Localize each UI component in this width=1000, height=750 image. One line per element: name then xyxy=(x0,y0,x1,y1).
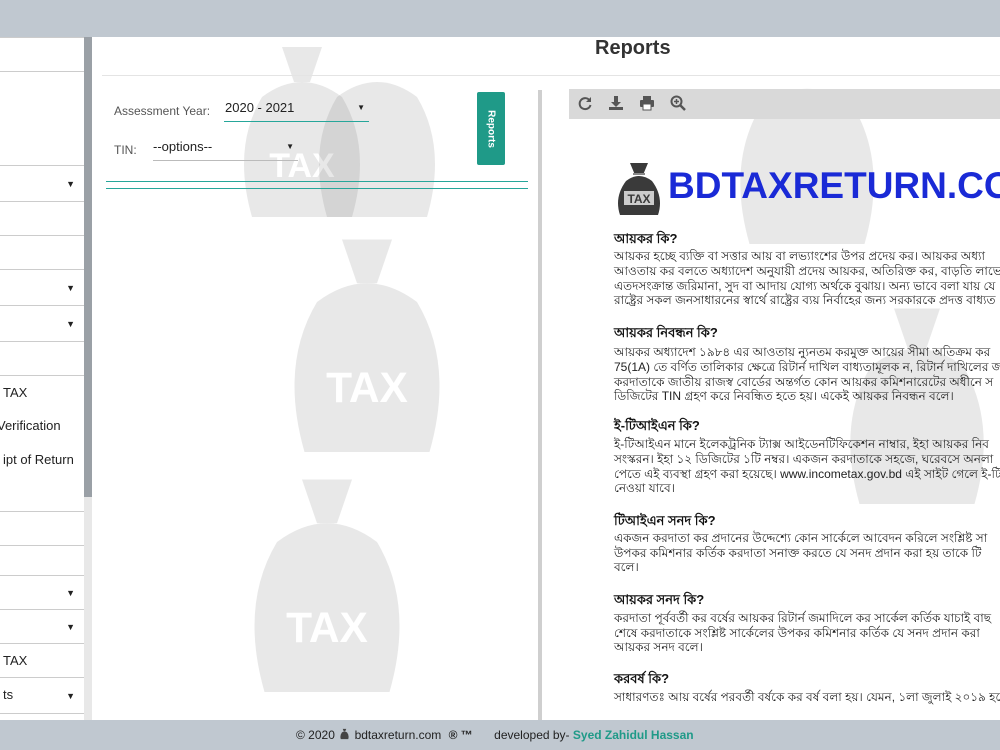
sidebar-item[interactable] xyxy=(0,341,84,375)
faq-answer-line: এতদসংক্রান্ত জরিমানা, সুদ বা আদায় যোগ্য… xyxy=(614,279,996,293)
caret-down-icon: ▼ xyxy=(66,588,75,598)
faq-answer-line: ই-টিআইএন মানে ইলেকট্রনিক ট্যাক্স আইডেনটি… xyxy=(614,437,989,451)
faq-answer-line: শেষে করদাতাকে সংশ্লিষ্ট সার্কেলের উপকর ক… xyxy=(614,626,980,640)
developer-name[interactable]: Syed Zahidul Hassan xyxy=(573,728,694,742)
tax-bag-logo: TAX xyxy=(618,163,660,215)
tin-select[interactable]: --options-- ▼ xyxy=(153,138,298,161)
faq-question: আয়কর নিবন্ধন কি? xyxy=(614,325,718,340)
sidebar-item-tax[interactable]: TAX xyxy=(0,375,84,409)
faq-answer-line: আয়কর অধ্যাদেশ ১৯৮৪ এর আওতায় ন্যুনতম কর… xyxy=(614,345,991,359)
chevron-down-icon: ▼ xyxy=(357,103,365,112)
faq-answer-line: বলে। xyxy=(614,560,639,574)
footer-text: © 2020 bdtaxreturn.com ® ™ developed by-… xyxy=(296,728,694,742)
caret-down-icon: ▼ xyxy=(66,179,75,189)
caret-down-icon: ▼ xyxy=(66,691,75,701)
zoom-in-icon[interactable] xyxy=(670,95,686,111)
trademark-marks: ® ™ xyxy=(448,728,473,742)
sidebar: ▼ ▼ ▼ TAX Verification ipt of Return ▼ ▼… xyxy=(0,37,84,720)
sidebar-item[interactable] xyxy=(0,235,84,269)
svg-text:TAX: TAX xyxy=(627,192,650,206)
tax-bag-watermark xyxy=(319,82,435,217)
sidebar-scrollbar-thumb[interactable] xyxy=(84,37,92,497)
faq-question: আয়কর কি? xyxy=(614,231,678,246)
tax-bag-icon xyxy=(340,728,349,740)
report-viewer-toolbar xyxy=(569,89,1000,119)
print-icon[interactable] xyxy=(639,95,655,111)
svg-text:TAX: TAX xyxy=(326,365,408,412)
document-logo-text: BDTAXRETURN.CO xyxy=(668,165,1000,206)
sidebar-item[interactable]: ▼ xyxy=(0,575,84,609)
page-title: Reports xyxy=(595,37,671,59)
sidebar-item[interactable] xyxy=(0,71,84,165)
download-icon[interactable] xyxy=(608,95,624,111)
sidebar-item[interactable] xyxy=(0,511,84,545)
sidebar-item[interactable] xyxy=(0,37,84,71)
form-divider-top xyxy=(106,181,528,182)
faq-answer-line: সাধারণতঃ আয় বর্ষের পরবর্তী বর্ষকে কর বর… xyxy=(614,690,1000,704)
main-content: TAX TAX TAX Reports Assessment Year: 202… xyxy=(92,37,1000,720)
faq-answer-line: ডিজিটের TIN গ্রহণ করে নিবন্ধিত হতে হয়। … xyxy=(614,389,954,403)
sidebar-item[interactable]: ▼ xyxy=(0,165,84,201)
sidebar-item-receipt-of-return[interactable]: ipt of Return xyxy=(0,443,84,511)
refresh-icon[interactable] xyxy=(577,95,593,111)
svg-text:TAX: TAX xyxy=(286,605,368,652)
faq-question: করবর্ষ কি? xyxy=(614,671,670,686)
browser-top-bar xyxy=(0,0,1000,37)
developed-by-label: developed by- xyxy=(494,728,570,742)
faq-question: আয়কর সনদ কি? xyxy=(614,592,705,607)
faq-question: ই-টিআইএন কি? xyxy=(614,418,700,433)
tax-bag-watermark xyxy=(740,88,874,244)
tax-bag-watermark: TAX xyxy=(254,479,400,692)
faq-answer-line: উপকর কমিশনার কর্তিক করদাতা সনাক্ত করতে য… xyxy=(614,546,982,560)
tin-label: TIN: xyxy=(114,143,137,157)
tax-bag-watermark: TAX xyxy=(294,239,440,452)
faq-answer-line: পেতে এই ব্যবস্থা গ্রহণ করা হয়েছে। www.i… xyxy=(614,467,1000,481)
sidebar-item[interactable]: ▼ xyxy=(0,609,84,643)
faq-answer-line: নেওয়া যাবে। xyxy=(614,481,675,495)
sidebar-item[interactable] xyxy=(0,201,84,235)
footer-site[interactable]: bdtaxreturn.com xyxy=(355,728,442,742)
faq-answer-line: আয়কর সনদ বলে। xyxy=(614,640,703,654)
sidebar-item-tax-2[interactable]: TAX xyxy=(0,643,84,677)
sidebar-item[interactable]: ▼ xyxy=(0,305,84,341)
caret-down-icon: ▼ xyxy=(66,319,75,329)
faq-answer-line: রাষ্ট্রের সকল জনসাধারনের স্বার্থে রাষ্ট্… xyxy=(614,293,996,307)
faq-answer-line: আয়কর হচ্ছে ব্যক্তি বা সত্তার আয় বা লভ্… xyxy=(614,249,985,263)
sidebar-item[interactable] xyxy=(0,545,84,575)
sidebar-item-verification[interactable]: Verification xyxy=(0,409,84,443)
assessment-year-value: 2020 - 2021 xyxy=(225,100,295,115)
reports-button[interactable]: Reports xyxy=(477,92,505,165)
faq-answer-line: একজন করদাতা কর প্রদানের উদ্দেশ্যে কোন সা… xyxy=(614,531,988,545)
sidebar-item[interactable] xyxy=(0,713,84,720)
pane-divider[interactable] xyxy=(538,90,542,720)
tax-bag-watermark xyxy=(850,308,984,504)
caret-down-icon: ▼ xyxy=(66,622,75,632)
sidebar-item[interactable]: ▼ xyxy=(0,269,84,305)
sidebar-item-reports[interactable]: ts ▼ xyxy=(0,677,84,713)
faq-answer-line: সংস্করন। ইহা ১২ ডিজিটের ১টি নম্বর। একজন … xyxy=(614,452,994,466)
faq-answer-line: করদাতা পূর্ববর্তী কর বর্ষের আয়কর রিটার্… xyxy=(614,611,992,625)
copyright: © 2020 xyxy=(296,728,335,742)
faq-answer-line: 75(1A) তে বর্ণিত তালিকার ক্ষেত্রে রিটার্… xyxy=(614,360,1000,374)
tin-value: --options-- xyxy=(153,139,213,154)
faq-question: টিআইএন সনদ কি? xyxy=(614,513,716,528)
faq-answer-line: করদাতাকে জাতীয় রাজস্ব বোর্ডের অন্তর্গত … xyxy=(614,375,994,389)
assessment-year-select[interactable]: 2020 - 2021 ▼ xyxy=(224,99,369,122)
header-divider xyxy=(102,75,1000,76)
faq-answer-line: আওতায় কর বলতে অধ্যাদেশ অনুযায়ী প্রদেয়… xyxy=(614,264,1000,278)
form-divider-bottom xyxy=(106,188,528,189)
assessment-year-label: Assessment Year: xyxy=(114,104,211,118)
chevron-down-icon: ▼ xyxy=(286,142,294,151)
footer: © 2020 bdtaxreturn.com ® ™ developed by-… xyxy=(0,720,1000,750)
caret-down-icon: ▼ xyxy=(66,283,75,293)
reports-button-label: Reports xyxy=(485,109,497,148)
